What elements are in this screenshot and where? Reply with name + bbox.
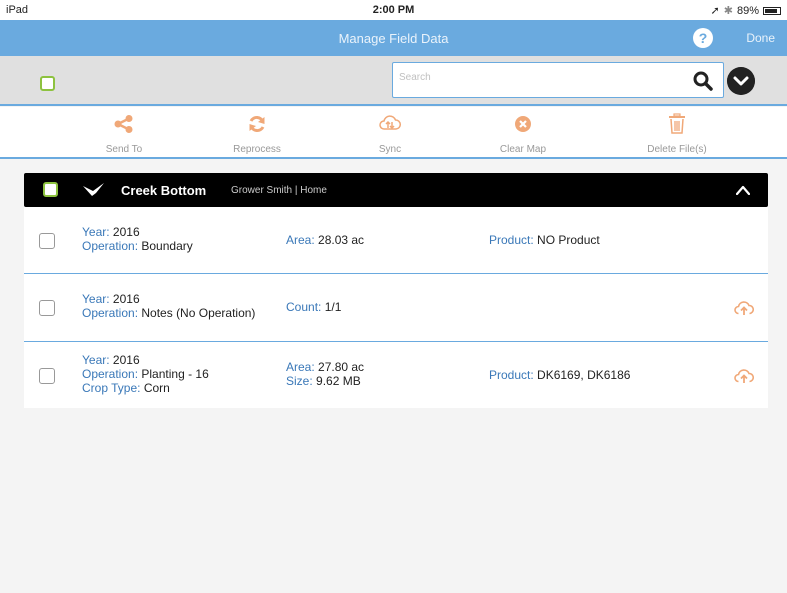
select-all-checkbox[interactable] xyxy=(40,76,55,91)
year-label: Year: xyxy=(82,353,110,367)
cloud-upload-icon[interactable] xyxy=(734,300,754,316)
field-group-header[interactable]: Creek Bottom Grower Smith | Home xyxy=(24,173,768,207)
count-label: Count: xyxy=(286,300,322,314)
area-value: 27.80 ac xyxy=(314,360,365,374)
operation-label: Operation: xyxy=(82,306,139,320)
send-to-label: Send To xyxy=(105,144,143,155)
battery-icon xyxy=(763,6,781,15)
operation-label: Operation: xyxy=(82,367,139,381)
done-button[interactable]: Done xyxy=(746,31,775,45)
clear-circle-icon xyxy=(515,116,531,132)
product-label: Product: xyxy=(489,233,534,247)
operation-label: Operation: xyxy=(82,239,139,253)
list-item[interactable]: Year: 2016 Operation: Boundary Area: 28.… xyxy=(24,207,768,273)
operation-value: Planting - 16 xyxy=(138,367,209,381)
delete-files-button[interactable]: Delete File(s) xyxy=(622,113,732,155)
field-name: Creek Bottom xyxy=(121,183,207,198)
operation-value: Boundary xyxy=(138,239,193,253)
page-title: Manage Field Data xyxy=(338,31,449,46)
row-checkbox[interactable] xyxy=(39,300,55,316)
help-button[interactable]: ? xyxy=(693,28,713,48)
crop-type-label: Crop Type: xyxy=(82,381,141,395)
group-checkbox[interactable] xyxy=(43,182,58,197)
product-value: NO Product xyxy=(533,233,600,247)
clear-map-label: Clear Map xyxy=(499,144,547,155)
area-label: Area: xyxy=(286,360,315,374)
chevron-down-icon[interactable] xyxy=(727,67,755,95)
row-checkbox[interactable] xyxy=(39,368,55,384)
year-value: 2016 xyxy=(109,353,140,367)
chevron-up-icon[interactable] xyxy=(736,185,750,195)
send-to-button[interactable]: Send To xyxy=(69,113,179,155)
product-value: DK6169, DK6186 xyxy=(533,368,631,382)
search-input[interactable] xyxy=(399,72,669,83)
share-icon xyxy=(114,115,133,133)
field-data-list: Creek Bottom Grower Smith | Home Year: 2… xyxy=(0,159,787,593)
search-box xyxy=(392,62,724,98)
cloud-sync-icon xyxy=(379,115,401,130)
area-value: 28.03 ac xyxy=(314,233,365,247)
cloud-upload-icon[interactable] xyxy=(734,368,754,384)
product-label: Product: xyxy=(489,368,534,382)
year-label: Year: xyxy=(82,225,110,239)
operation-value: Notes (No Operation) xyxy=(138,306,256,320)
row-checkbox[interactable] xyxy=(39,233,55,249)
size-value: 9.62 MB xyxy=(312,374,361,388)
count-value: 1/1 xyxy=(321,300,342,314)
reprocess-label: Reprocess xyxy=(233,144,281,155)
trash-icon xyxy=(669,113,685,134)
location-icon: ➚ xyxy=(710,5,720,17)
bird-logo-icon xyxy=(83,183,104,196)
search-icon[interactable] xyxy=(693,71,713,91)
reprocess-button[interactable]: Reprocess xyxy=(202,113,312,155)
nav-bar: Manage Field Data ? Done xyxy=(0,20,787,56)
delete-files-label: Delete File(s) xyxy=(647,144,707,155)
refresh-icon xyxy=(249,115,265,133)
year-value: 2016 xyxy=(109,225,140,239)
action-toolbar: Send To Reprocess Sync Clear Map Delete … xyxy=(0,107,787,159)
clock: 2:00 PM xyxy=(372,4,415,16)
year-label: Year: xyxy=(82,292,110,306)
battery-percent: 89% xyxy=(736,4,759,17)
sync-label: Sync xyxy=(378,144,402,155)
status-bar: iPad 2:00 PM ➚ ✱ 89% xyxy=(0,0,787,20)
sync-button[interactable]: Sync xyxy=(335,113,445,155)
list-item[interactable]: Year: 2016 Operation: Notes (No Operatio… xyxy=(24,274,768,341)
size-label: Size: xyxy=(286,374,313,388)
bluetooth-icon: ✱ xyxy=(723,5,733,17)
filter-toolbar xyxy=(0,56,787,106)
clear-map-button[interactable]: Clear Map xyxy=(468,113,578,155)
list-item[interactable]: Year: 2016 Operation: Planting - 16 Crop… xyxy=(24,342,768,408)
field-subtitle: Grower Smith | Home xyxy=(231,185,327,196)
area-label: Area: xyxy=(286,233,315,247)
year-value: 2016 xyxy=(109,292,140,306)
crop-type-value: Corn xyxy=(140,381,170,395)
